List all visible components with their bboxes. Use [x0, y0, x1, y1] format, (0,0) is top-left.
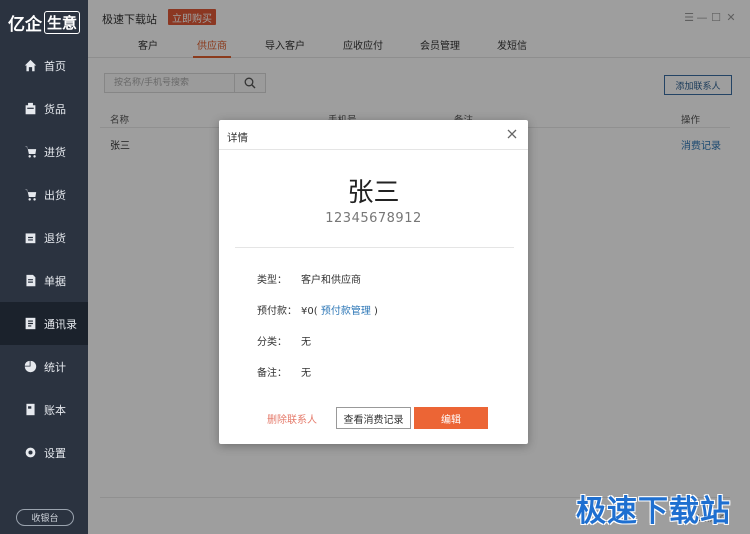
field-prepaid: 预付款： ¥0( 预付款管理 )	[257, 302, 378, 317]
field-type: 类型： 客户和供应商	[257, 271, 361, 286]
app-logo: 亿企 生意	[0, 0, 88, 44]
note-value: 无	[301, 368, 311, 379]
contact-phone: 12345678912	[325, 211, 422, 226]
view-records-button[interactable]: 查看消费记录	[336, 407, 411, 429]
gear-icon	[24, 446, 37, 459]
dialog-title: 详情	[227, 132, 248, 144]
logo-badge: 生意	[44, 10, 81, 34]
edit-button[interactable]: 编辑	[414, 407, 488, 429]
cashier-label: 收银台	[31, 514, 59, 524]
logo-text: 亿企	[8, 14, 42, 35]
sidebar-item-label: 进货	[44, 145, 66, 159]
pie-chart-icon	[24, 360, 37, 373]
category-label: 分类：	[257, 337, 287, 348]
dialog-header-divider	[219, 149, 528, 150]
view-records-label: 查看消费记录	[343, 414, 404, 426]
document-icon	[24, 274, 37, 287]
sidebar-item-purchase[interactable]: 进货	[0, 130, 88, 173]
contact-detail-dialog: 详情 张三 12345678912 类型： 客户和供应商 预付款： ¥0( 预付款管…	[219, 120, 528, 444]
sidebar-item-returns[interactable]: 退货	[0, 216, 88, 259]
sidebar-item-label: 账本	[44, 403, 66, 417]
sidebar-item-label: 出货	[44, 188, 66, 202]
edit-label: 编辑	[441, 414, 461, 426]
sidebar-item-contacts[interactable]: 通讯录	[0, 302, 88, 345]
return-icon	[24, 231, 37, 244]
sidebar-item-goods[interactable]: 货品	[0, 87, 88, 130]
field-category: 分类： 无	[257, 333, 311, 348]
cart-out-icon	[24, 188, 37, 201]
home-icon	[24, 59, 37, 72]
sidebar-item-label: 设置	[44, 446, 66, 460]
close-icon[interactable]	[506, 128, 518, 140]
field-note: 备注： 无	[257, 364, 311, 379]
watermark-logo: 极速下载站	[576, 494, 731, 529]
ledger-icon	[24, 403, 37, 416]
sidebar-item-home[interactable]: 首页	[0, 44, 88, 87]
prepaid-manage-link[interactable]: 预付款管理	[321, 306, 371, 317]
dialog-divider	[235, 247, 514, 248]
sidebar-item-settings[interactable]: 设置	[0, 431, 88, 474]
cart-in-icon	[24, 145, 37, 158]
contact-name: 张三	[347, 178, 400, 208]
note-label: 备注：	[257, 368, 287, 379]
sidebar-item-label: 货品	[44, 102, 66, 116]
sidebar-item-orders[interactable]: 单据	[0, 259, 88, 302]
delete-contact-button[interactable]: 删除联系人	[267, 411, 317, 426]
sidebar-item-sales[interactable]: 出货	[0, 173, 88, 216]
sidebar-item-label: 首页	[44, 59, 66, 73]
prepaid-close: )	[374, 306, 378, 317]
prepaid-value: ¥0(	[301, 306, 318, 317]
sidebar-item-label: 单据	[44, 274, 66, 288]
sidebar-item-label: 通讯录	[44, 317, 77, 331]
prepaid-label: 预付款：	[257, 306, 297, 317]
cashier-button[interactable]: 收银台	[16, 509, 74, 526]
category-value: 无	[301, 337, 311, 348]
type-value: 客户和供应商	[301, 275, 361, 286]
sidebar-item-stats[interactable]: 统计	[0, 345, 88, 388]
sidebar-item-ledger[interactable]: 账本	[0, 388, 88, 431]
sidebar-item-label: 统计	[44, 360, 66, 374]
type-label: 类型：	[257, 275, 287, 286]
contacts-icon	[24, 317, 37, 330]
sidebar: 亿企 生意 首页 货品 进货 出货 退货 单据 通讯录 统计 账本 设置 收银台	[0, 0, 88, 534]
sidebar-item-label: 退货	[44, 231, 66, 245]
goods-icon	[24, 102, 37, 115]
